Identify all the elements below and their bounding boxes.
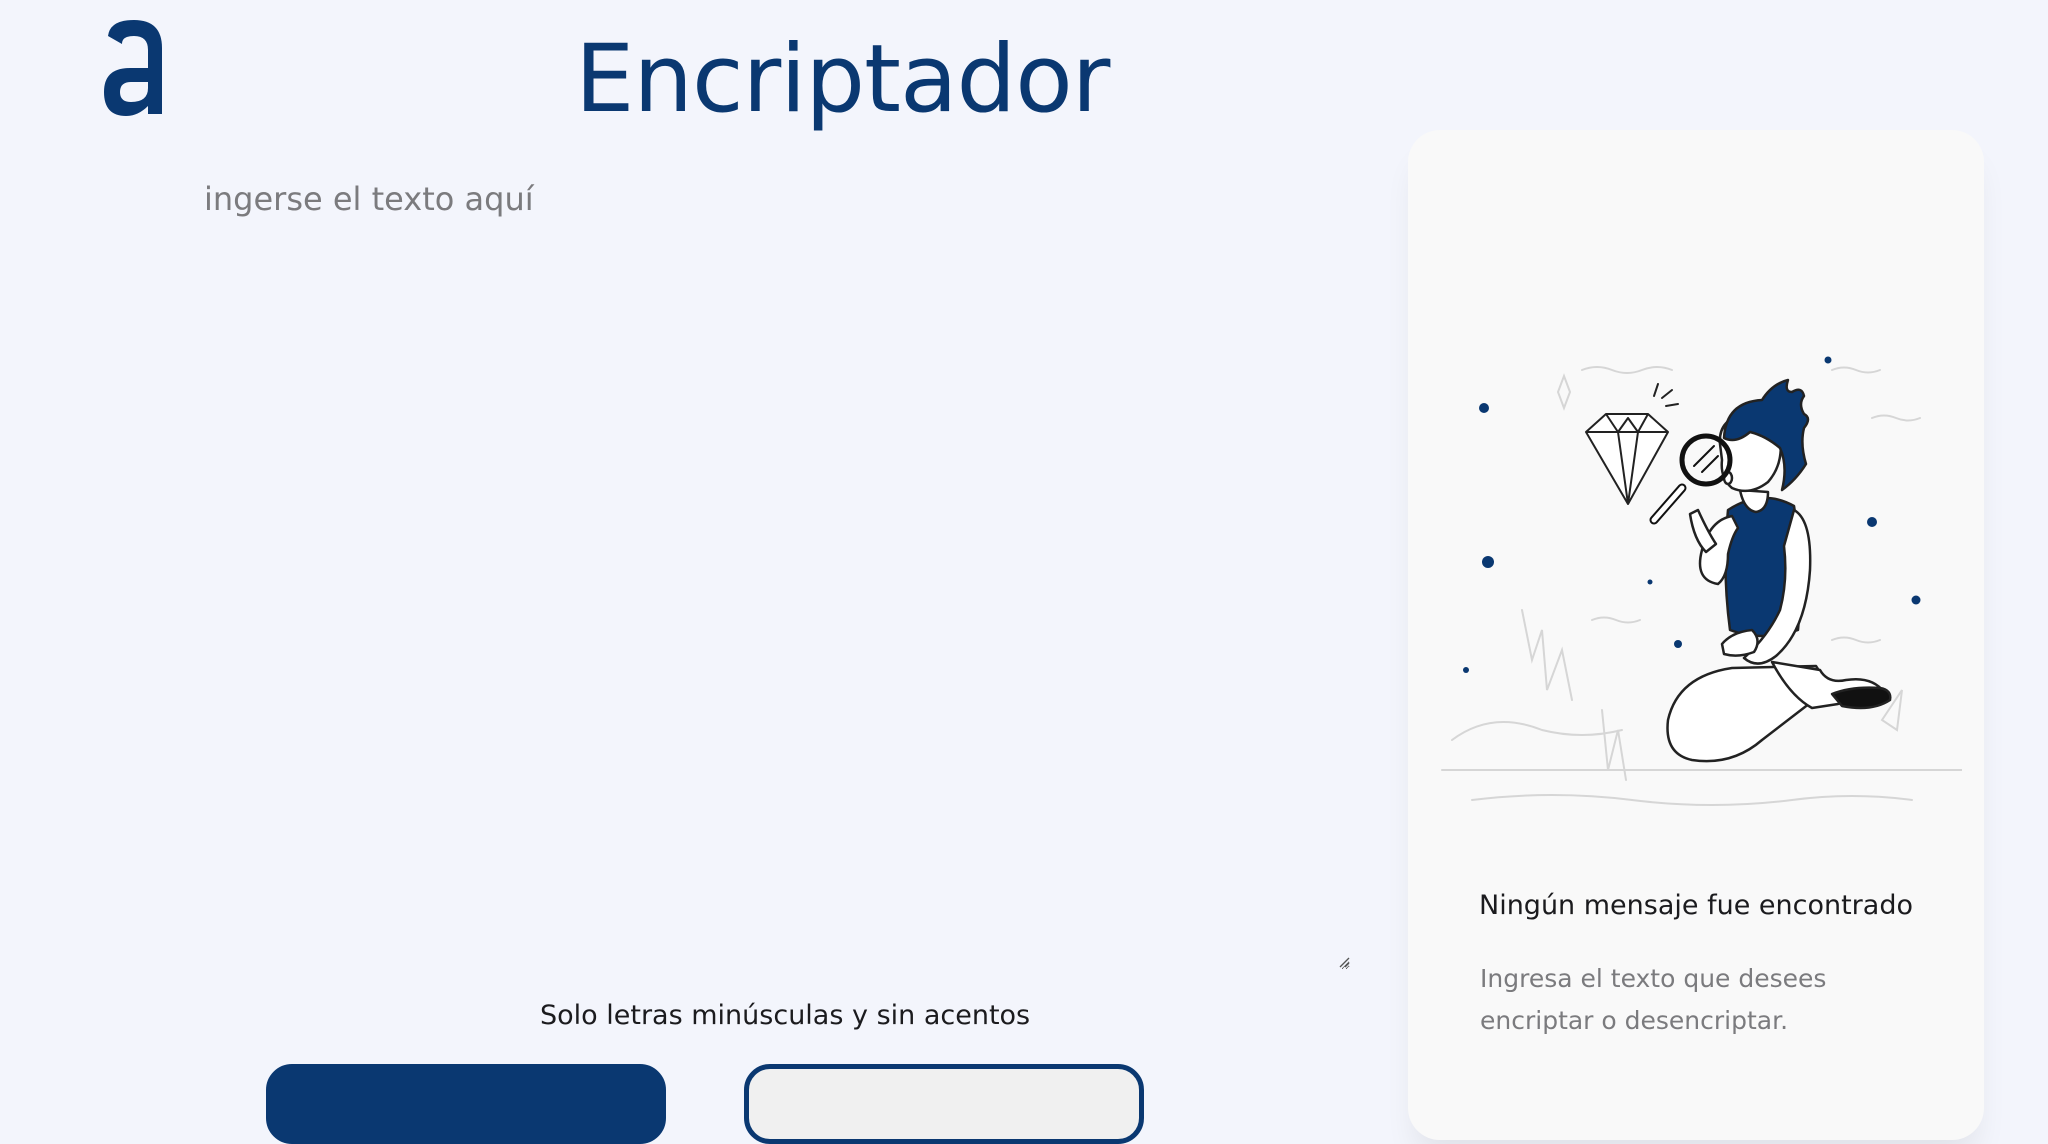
page-title: Encriptador — [575, 25, 1110, 134]
decrypt-button[interactable] — [744, 1064, 1144, 1144]
alura-logo-icon[interactable] — [100, 18, 168, 118]
no-message-text: Ingresa el texto que desees encriptar o … — [1480, 964, 1827, 1035]
person-with-magnifying-glass-icon — [1441, 356, 1962, 806]
no-message-title: Ningún mensaje fue encontrado — [1479, 890, 1913, 921]
text-input[interactable] — [200, 170, 1350, 970]
input-hint: Solo letras minúsculas y sin acentos — [540, 1000, 1031, 1031]
result-panel: Ningún mensaje fue encontrado Ingresa el… — [1408, 130, 1984, 1140]
resize-handle-icon[interactable] — [1336, 954, 1350, 968]
encrypt-button[interactable] — [266, 1064, 666, 1144]
